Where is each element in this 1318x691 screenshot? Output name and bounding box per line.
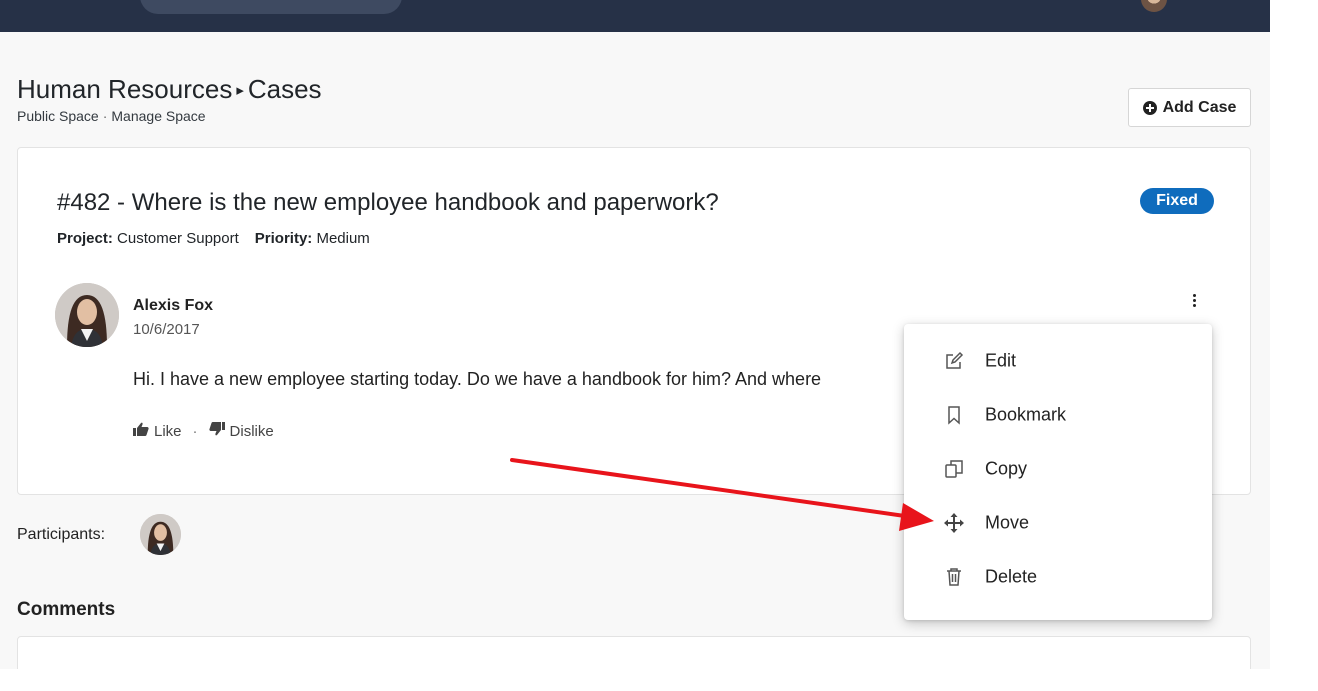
user-avatar[interactable]: [1141, 0, 1167, 12]
trash-icon: [944, 567, 964, 587]
participants-label: Participants:: [17, 526, 106, 543]
more-options-icon[interactable]: [1186, 289, 1202, 311]
menu-item-label: Delete: [985, 566, 1038, 587]
menu-item-edit[interactable]: Edit: [904, 334, 1212, 388]
copy-icon: [944, 459, 964, 479]
dislike-button[interactable]: Dislike: [230, 423, 274, 440]
top-navbar: [0, 0, 1270, 32]
menu-item-label: Bookmark: [985, 404, 1067, 425]
participant-avatar[interactable]: [140, 514, 181, 555]
author-avatar[interactable]: [55, 283, 119, 347]
post-body: Hi. I have a new employee starting today…: [133, 369, 822, 389]
move-icon: [944, 513, 964, 533]
edit-icon: [944, 351, 964, 371]
plus-circle-icon: [1142, 100, 1157, 115]
menu-item-move[interactable]: Move: [904, 496, 1212, 550]
reaction-separator: ·: [192, 422, 198, 440]
author-name[interactable]: Alexis Fox: [133, 297, 213, 315]
page-title: Human Resources ▸ Cases: [17, 74, 322, 105]
project-label: Project:: [57, 230, 113, 247]
comments-box: [17, 636, 1251, 669]
add-case-button[interactable]: Add Case: [1128, 88, 1251, 127]
menu-item-label: Edit: [985, 350, 1017, 371]
menu-item-delete[interactable]: Delete: [904, 550, 1212, 604]
breadcrumb-parent[interactable]: Human Resources: [17, 74, 232, 104]
bookmark-icon: [944, 405, 964, 425]
project-value: Customer Support: [117, 230, 239, 247]
case-title: #482 - Where is the new employee handboo…: [57, 189, 719, 216]
space-subnav: Public Space · Manage Space: [17, 108, 206, 124]
like-button[interactable]: Like: [154, 423, 182, 440]
menu-item-label: Move: [985, 512, 1030, 533]
thumbs-up-icon[interactable]: [133, 422, 149, 440]
app: Human Resources ▸ Cases Public Space · Manag…: [0, 0, 1270, 669]
public-space-link[interactable]: Public Space: [17, 108, 99, 124]
menu-item-label: Copy: [985, 458, 1028, 479]
thumbs-down-icon[interactable]: [208, 422, 225, 440]
menu-item-copy[interactable]: Copy: [904, 442, 1212, 496]
search-input[interactable]: [140, 0, 402, 14]
status-badge: Fixed: [1140, 188, 1214, 214]
breadcrumb-separator: ▸: [236, 82, 244, 99]
case-meta: Project: Customer Support Priority: Mediu…: [57, 230, 370, 247]
breadcrumb-current: Cases: [247, 74, 322, 104]
reactions: Like · Dislike: [133, 422, 274, 440]
comments-title: Comments: [17, 599, 116, 620]
subnav-separator: ·: [102, 108, 108, 124]
post-date: 10/6/2017: [133, 321, 200, 338]
manage-space-link[interactable]: Manage Space: [111, 108, 205, 124]
priority-label: Priority:: [254, 230, 313, 247]
context-menu: Edit Bookmark Copy Move Delete: [904, 324, 1212, 620]
menu-item-bookmark[interactable]: Bookmark: [904, 388, 1212, 442]
add-case-label: Add Case: [1162, 98, 1237, 116]
priority-value: Medium: [316, 230, 370, 247]
